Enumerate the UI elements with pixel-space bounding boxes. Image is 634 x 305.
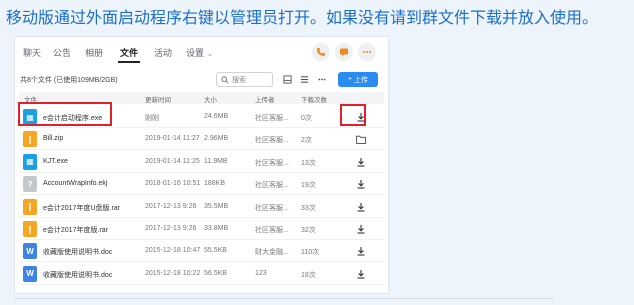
phone-icon <box>317 48 325 56</box>
more-icon <box>363 51 371 53</box>
search-input[interactable]: 搜索 <box>216 72 273 87</box>
tab-settings-label: 设置 <box>186 48 205 58</box>
header-count: 下载次数 <box>301 97 327 104</box>
file-owner: 社区客服... <box>255 204 289 212</box>
download-count: 19次 <box>301 182 316 190</box>
file-toolbar: 共8个文件 (已使用109MB/2GB) 搜索 + 上传 <box>15 67 388 91</box>
download-icon[interactable] <box>354 268 368 280</box>
table-row[interactable]: W 收藏版使用说明书.doc 2015-12-18 10:22 56.5KB 123 18… <box>19 264 384 285</box>
file-date: 2017-12-13 9:26 <box>145 202 197 210</box>
download-count: 110次 <box>301 249 320 257</box>
header-owner: 上传者 <box>255 97 275 104</box>
active-tab-underline <box>118 61 140 63</box>
upload-label: 上传 <box>354 76 369 84</box>
file-owner: 123 <box>255 269 267 277</box>
file-owner: 社区客服... <box>255 115 289 122</box>
plus-icon: + <box>347 76 353 83</box>
file-name: Bill.zip <box>43 135 64 143</box>
file-size: 35.5MB <box>204 202 229 210</box>
more-options-icon[interactable] <box>317 75 327 84</box>
page: 移动版通过外面启动程序右键以管理员打开。如果没有请到群文件下载并放入使用。 聊天… <box>0 0 634 305</box>
highlight-box-download <box>340 104 366 126</box>
download-icon[interactable] <box>354 178 368 190</box>
file-name: 收藏版使用说明书.doc <box>43 249 113 257</box>
download-icon[interactable] <box>354 245 368 257</box>
file-size: 56.5KB <box>204 269 227 277</box>
file-size: 11.9MB <box>204 157 228 165</box>
file-size: 188KB <box>204 180 226 188</box>
chevron-down-icon: ⌄ <box>206 49 214 58</box>
zip-icon: ❙ <box>23 131 37 148</box>
file-name: 收藏版使用说明书.doc <box>43 271 113 279</box>
tab-activity[interactable]: 活动 <box>154 46 172 59</box>
tab-chat[interactable]: 聊天 <box>23 46 41 59</box>
file-size: 55.5KB <box>204 247 227 255</box>
file-date: 2015-12-18 10:47 <box>145 247 201 255</box>
upload-button[interactable]: + 上传 <box>338 72 378 87</box>
download-icon[interactable] <box>354 156 368 168</box>
file-owner: 财大金融... <box>255 249 289 257</box>
instruction-text: 移动版通过外面启动程序右键以管理员打开。如果没有请到群文件下载并放入使用。 <box>6 10 599 27</box>
file-owner: 社区客服... <box>255 227 289 234</box>
file-size: 24.6MB <box>204 113 229 120</box>
file-name: KJT.exe <box>43 157 68 165</box>
tab-files[interactable]: 文件 <box>120 46 138 59</box>
header-size: 大小 <box>204 97 217 104</box>
group-files-panel: 聊天 公告 相册 文件 活动 设置 ⌄ 共8个文件 (已使用109MB/2GB)… <box>14 36 389 294</box>
divider <box>14 298 554 299</box>
list-view-icon[interactable] <box>300 75 309 84</box>
download-count: 33次 <box>301 204 316 212</box>
doc-icon: W <box>23 265 37 282</box>
file-date: 2017-12-13 9:26 <box>145 225 197 232</box>
file-date: 2018-01-16 10:51 <box>145 180 201 188</box>
file-owner: 社区客服... <box>255 137 289 145</box>
table-row[interactable]: ❙ e会计2017年度U盘版.rar 2017-12-13 9:26 35.5MB 社区… <box>19 197 384 218</box>
download-count: 0次 <box>301 115 312 122</box>
rar-icon: ❙ <box>23 198 37 215</box>
file-date: 刚刚 <box>145 115 159 122</box>
search-placeholder: 搜索 <box>232 76 246 84</box>
highlight-box-filename <box>18 102 112 126</box>
file-date: 2015-12-18 10:22 <box>145 269 201 277</box>
table-row[interactable]: ▦ KJT.exe 2019-01-14 11:25 11.9MB 社区客服... 13次 <box>19 152 384 173</box>
download-icon[interactable] <box>354 223 368 235</box>
folder-icon[interactable] <box>354 133 368 145</box>
download-count: 2次 <box>301 137 312 145</box>
file-date: 2019-01-14 11:25 <box>145 157 200 165</box>
table-row[interactable]: W 收藏版使用说明书.doc 2015-12-18 10:47 55.5KB 财大金融.… <box>19 241 384 263</box>
more-button[interactable] <box>358 43 376 61</box>
folder-tray-icon[interactable] <box>283 75 292 84</box>
file-size: 2.96MB <box>204 135 229 143</box>
storage-summary: 共8个文件 (已使用109MB/2GB) <box>20 77 118 84</box>
download-count: 18次 <box>301 271 316 279</box>
file-owner: 社区客服... <box>255 159 289 167</box>
file-name: e会计2017年度版.rar <box>43 227 108 234</box>
tab-settings[interactable]: 设置 ⌄ <box>186 46 213 59</box>
download-count: 13次 <box>301 159 316 167</box>
table-row[interactable]: ❙ e会计2017年度版.rar 2017-12-13 9:26 33.8MB 社区客服… <box>19 219 384 240</box>
group-nav: 聊天 公告 相册 文件 活动 设置 ⌄ <box>15 37 388 67</box>
message-icon <box>340 48 348 57</box>
download-icon[interactable] <box>354 201 368 213</box>
file-size: 33.8MB <box>204 225 229 232</box>
file-name: AccountWrapInfo.ekj <box>43 180 108 188</box>
doc-icon: W <box>23 243 37 260</box>
file-date: 2019-01-14 11:27 <box>145 135 200 143</box>
exe-icon: ▦ <box>23 153 37 170</box>
tab-notice[interactable]: 公告 <box>53 46 71 59</box>
phone-button[interactable] <box>312 43 330 61</box>
table-row[interactable]: ❙ Bill.zip 2019-01-14 11:27 2.96MB 社区客服... 2次 <box>19 129 384 151</box>
rar-icon: ❙ <box>23 221 37 237</box>
file-owner: 社区客服... <box>255 182 289 190</box>
search-icon <box>221 75 229 84</box>
table-row[interactable]: ? AccountWrapInfo.ekj 2018-01-16 10:51 188K… <box>19 174 384 196</box>
file-name: e会计2017年度U盘版.rar <box>43 204 121 212</box>
unknown-file-icon: ? <box>23 176 37 193</box>
tab-album[interactable]: 相册 <box>85 46 103 59</box>
message-button[interactable] <box>335 43 353 61</box>
header-date: 更新时间 <box>145 97 171 104</box>
download-count: 32次 <box>301 227 316 234</box>
